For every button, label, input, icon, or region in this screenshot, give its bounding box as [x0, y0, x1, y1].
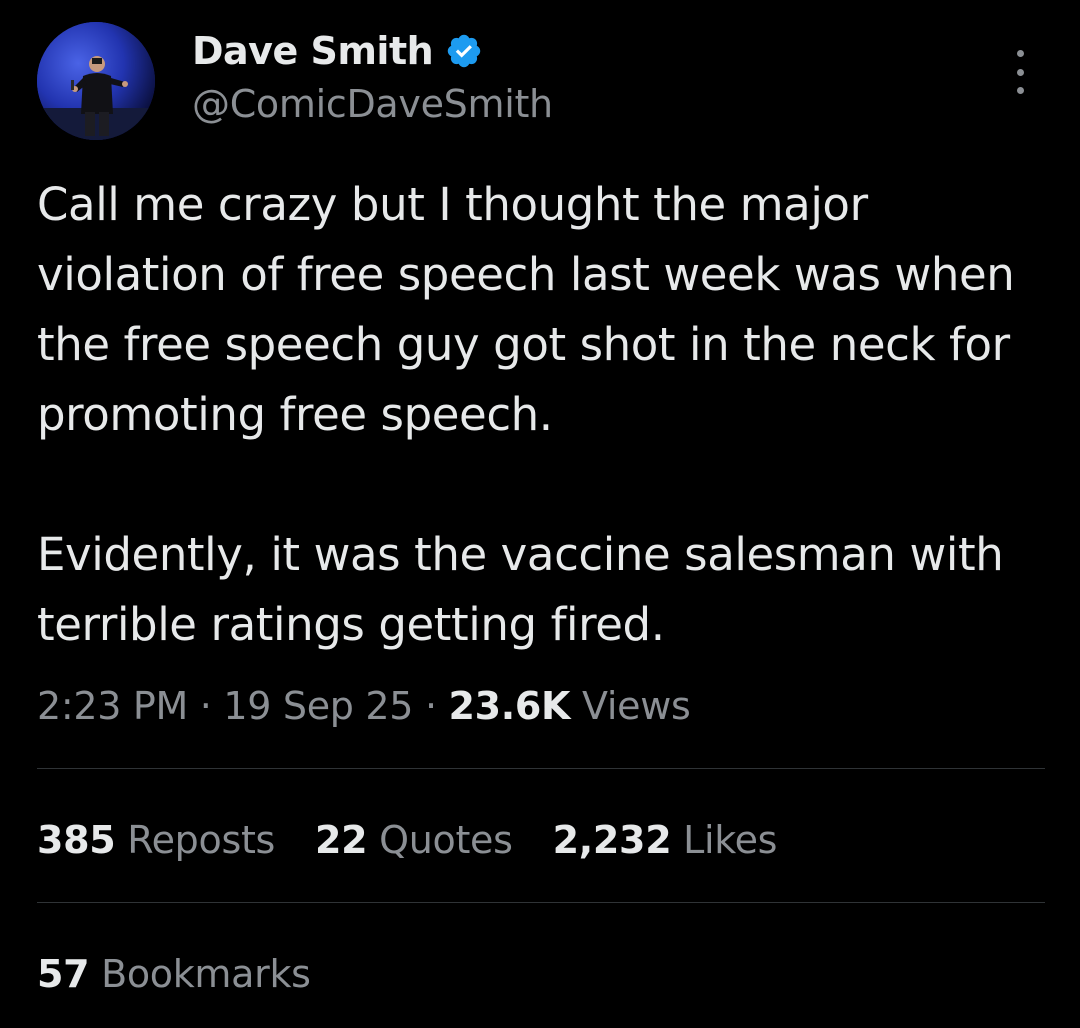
quotes-label: Quotes [379, 818, 513, 862]
more-dot [1016, 87, 1024, 94]
avatar[interactable] [37, 22, 155, 140]
engagement-stats: 385 Reposts 22 Quotes 2,232 Likes [37, 812, 817, 868]
tweet-meta: 2:23 PM · 19 Sep 25 · 23.6K Views [37, 678, 691, 734]
likes-stat[interactable]: 2,232 Likes [553, 812, 778, 868]
avatar-photo [37, 22, 155, 140]
verified-badge-icon [445, 32, 483, 70]
tweet-date[interactable]: 19 Sep 25 [223, 684, 413, 728]
reposts-count: 385 [37, 818, 116, 862]
likes-count: 2,232 [552, 818, 672, 862]
more-dot [1016, 68, 1024, 76]
bookmarks-label: Bookmarks [101, 952, 311, 996]
bookmarks-stat[interactable]: 57 Bookmarks [37, 946, 311, 1002]
views-count: 23.6K [448, 684, 571, 728]
divider [37, 768, 1045, 769]
quotes-count: 22 [315, 818, 368, 862]
more-dot [1016, 50, 1024, 57]
quotes-stat[interactable]: 22 Quotes [315, 812, 513, 868]
reposts-label: Reposts [127, 818, 276, 862]
tweet-text: Call me crazy but I thought the major vi… [37, 170, 1057, 660]
tweet-paragraph: Call me crazy but I thought the major vi… [37, 178, 1015, 441]
likes-label: Likes [683, 818, 778, 862]
author-name-row[interactable]: Dave Smith [192, 26, 483, 76]
meta-separator: · [199, 684, 212, 728]
tweet-paragraph: Evidently, it was the vaccine salesman w… [37, 528, 1004, 651]
author-handle[interactable]: @ComicDaveSmith [192, 82, 553, 126]
reposts-stat[interactable]: 385 Reposts [37, 812, 275, 868]
tweet-detail: Dave Smith @ComicDaveSmith Call me crazy… [0, 0, 1080, 1028]
bookmarks-count: 57 [37, 952, 90, 996]
more-options-icon[interactable] [1008, 50, 1032, 94]
author-display-name[interactable]: Dave Smith [192, 29, 434, 73]
meta-separator: · [424, 684, 437, 728]
views-label: Views [582, 684, 691, 728]
tweet-time[interactable]: 2:23 PM [37, 684, 188, 728]
divider [37, 902, 1045, 903]
